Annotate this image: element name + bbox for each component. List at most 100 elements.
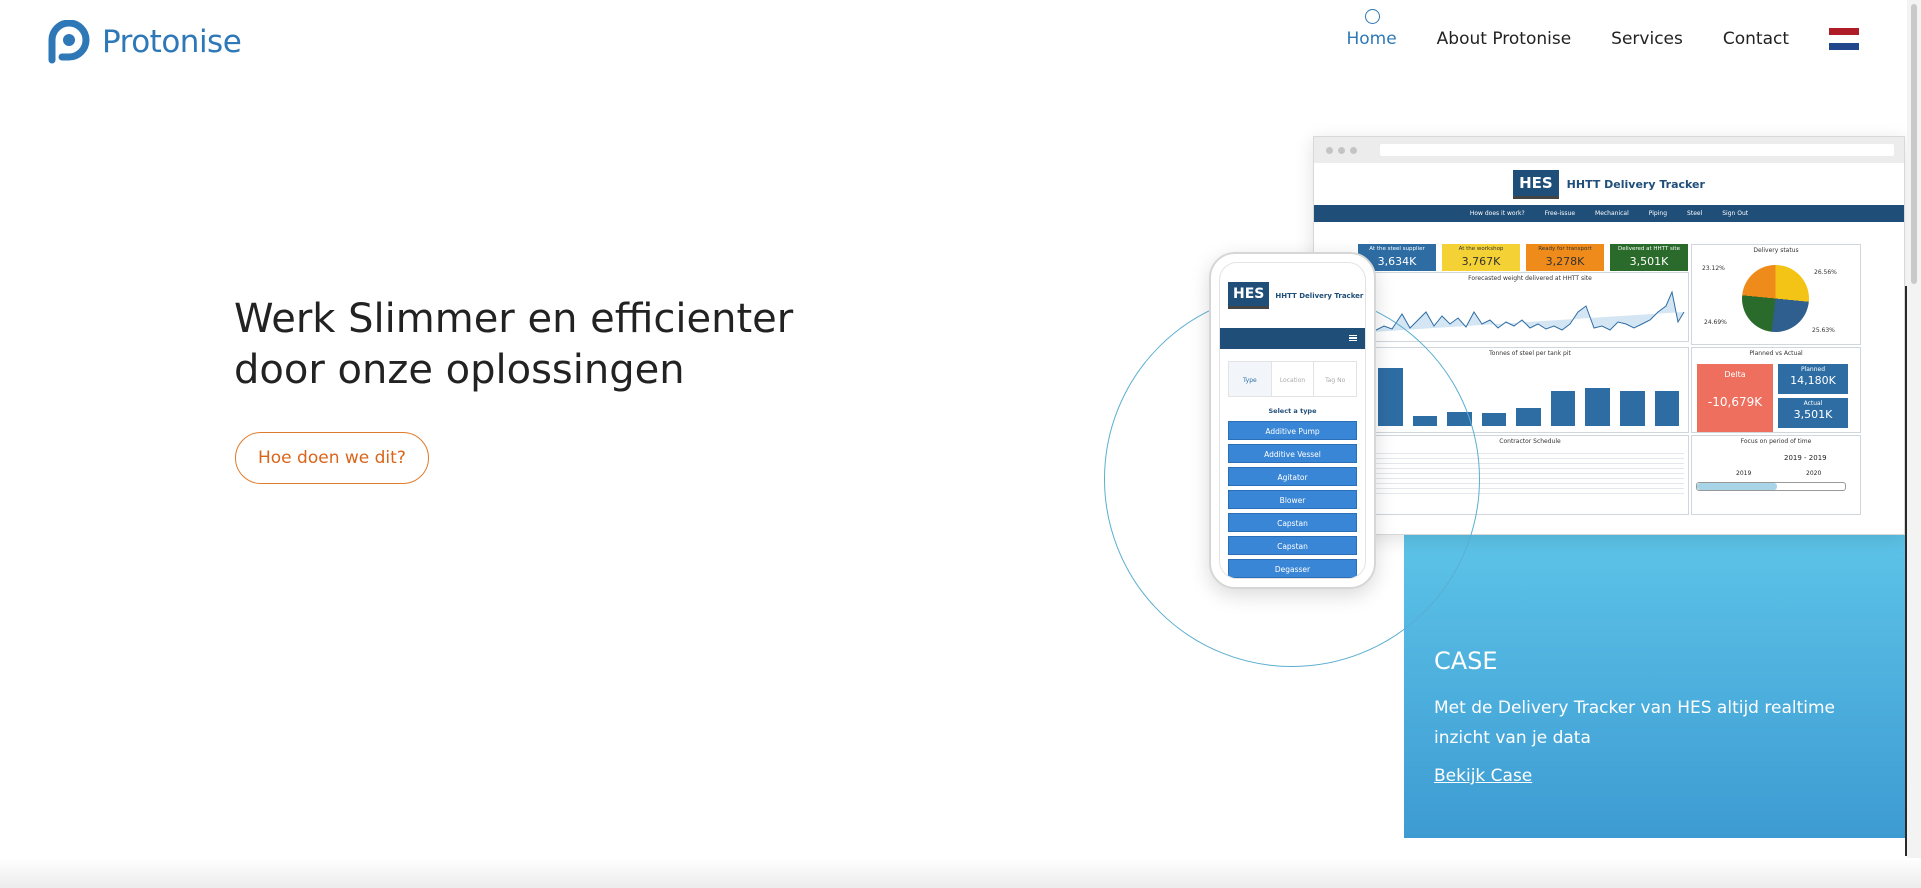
- brand-name: Protonise: [102, 24, 242, 60]
- delta-tile: Delta -10,679K: [1697, 364, 1773, 432]
- kpi-label: Ready for transport: [1538, 246, 1592, 252]
- actual-tile: Actual 3,501K: [1778, 398, 1848, 428]
- kpi-label: Delivered at HHTT site: [1618, 246, 1680, 252]
- phone-header: HES HHTT Delivery Tracker: [1220, 263, 1365, 328]
- dashboard-nav-item: Mechanical: [1595, 210, 1629, 217]
- window-dot-icon: [1350, 146, 1357, 154]
- nav-about[interactable]: About Protonise: [1437, 29, 1572, 49]
- dashboard-nav-item: Free-issue: [1544, 210, 1576, 217]
- phone-tab-tag: Tag No: [1325, 377, 1346, 384]
- phone-tabs: Type Location Tag No: [1228, 361, 1357, 397]
- planned-vs-actual-panel: Planned vs Actual Delta -10,679K Planned 1…: [1691, 347, 1861, 433]
- kpi-tile: At the workshop 3,767K: [1442, 244, 1520, 271]
- tonnes-bar: [1516, 408, 1541, 426]
- focus-period-panel: Focus on period of time 2019 - 2019 2019…: [1691, 435, 1861, 515]
- period-slider[interactable]: [1696, 482, 1846, 491]
- focus-title: Focus on period of time: [1740, 438, 1812, 445]
- focus-range: 2019 - 2019: [1784, 454, 1827, 462]
- planned-tile: Planned 14,180K: [1778, 364, 1848, 394]
- window-dot-icon: [1338, 146, 1345, 154]
- pie-label: 26.56%: [1814, 269, 1837, 276]
- delivery-status-panel: Delivery status 23.12% 26.56% 24.69% 25.…: [1691, 244, 1861, 345]
- phone-screen: HES HHTT Delivery Tracker Type Location …: [1219, 262, 1366, 579]
- nav-home[interactable]: Home: [1346, 9, 1397, 49]
- page: Protonise Home About Protonise Services …: [0, 0, 1921, 888]
- browser-address-bar: [1380, 144, 1894, 156]
- delivery-status-pie: [1742, 265, 1809, 332]
- protonise-logo-icon: [48, 20, 90, 64]
- case-title: CASE: [1434, 647, 1498, 675]
- type-button: Capstan: [1228, 536, 1357, 555]
- type-button: Degasser: [1228, 559, 1357, 578]
- case-card: CASE Met de Delivery Tracker van HES alt…: [1404, 535, 1905, 838]
- focus-year-start: 2019: [1736, 470, 1752, 477]
- scrollbar-thumb[interactable]: [1911, 4, 1917, 284]
- brand-logo[interactable]: Protonise: [48, 20, 242, 64]
- focus-year-end: 2020: [1806, 470, 1822, 477]
- section-divider: [0, 858, 1921, 888]
- phone-tab-location: Location: [1272, 362, 1315, 396]
- kpi-tile: Ready for transport 3,278K: [1526, 244, 1604, 271]
- kpi-label: At the workshop: [1458, 246, 1504, 252]
- view-case-link[interactable]: Bekijk Case: [1434, 766, 1532, 786]
- hamburger-menu-icon: [1349, 335, 1357, 341]
- hero-cta-button[interactable]: Hoe doen we dit?: [235, 432, 429, 484]
- forecast-line-chart: [1371, 290, 1685, 333]
- window-dot-icon: [1326, 146, 1333, 154]
- kpi-value: 3,767K: [1461, 255, 1501, 268]
- actual-label: Actual: [1803, 400, 1823, 407]
- actual-value: 3,501K: [1793, 408, 1833, 421]
- type-button: Additive Vessel: [1228, 444, 1357, 463]
- dashboard-nav-item: How does it work?: [1469, 210, 1525, 217]
- pie-label: 23.12%: [1702, 265, 1725, 272]
- hero-title-line2: door onze oplossingen: [234, 347, 685, 393]
- nav-home-label: Home: [1346, 29, 1397, 49]
- type-button: Additive Pump: [1228, 421, 1357, 440]
- forecast-title: Forecasted weight delivered at HHTT site: [1468, 275, 1592, 282]
- tonnes-bar: [1654, 390, 1680, 426]
- kpi-tile: Delivered at HHTT site 3,501K: [1610, 244, 1688, 271]
- mobile-phone-mockup: HES HHTT Delivery Tracker Type Location …: [1209, 252, 1376, 589]
- delta-value: -10,679K: [1707, 395, 1763, 409]
- dashboard-nav-item: Steel: [1687, 210, 1703, 217]
- planned-value: 14,180K: [1790, 374, 1836, 387]
- hes-logo: HES: [1228, 282, 1270, 309]
- kpi-row: At the steel supplier 3,634K At the works…: [1358, 244, 1688, 271]
- nav-contact[interactable]: Contact: [1723, 29, 1789, 49]
- case-description: Met de Delivery Tracker van HES altijd r…: [1434, 698, 1835, 748]
- phone-nav-bar: [1220, 328, 1365, 349]
- nav-services[interactable]: Services: [1611, 29, 1683, 49]
- type-button: Blower: [1228, 490, 1357, 509]
- type-button: Capstan: [1228, 513, 1357, 532]
- tonnes-bar: [1481, 413, 1507, 426]
- kpi-value: 3,501K: [1629, 255, 1669, 268]
- hes-logo: HES: [1513, 169, 1559, 199]
- dashboard-title: HHTT Delivery Tracker: [1566, 177, 1705, 191]
- kpi-label: At the steel supplier: [1369, 246, 1425, 252]
- page-scrollbar[interactable]: [1907, 0, 1921, 888]
- select-type-label: Select a type: [1268, 407, 1317, 415]
- dashboard-nav: How does it work? Free-issue Mechanical …: [1314, 205, 1904, 222]
- period-slider-range: [1697, 483, 1777, 490]
- active-indicator-icon: [1364, 9, 1380, 24]
- phone-tab-type: Type: [1229, 362, 1272, 396]
- main-nav: Home About Protonise Services Contact: [1346, 9, 1859, 50]
- delivery-status-title: Delivery status: [1753, 247, 1799, 254]
- planned-label: Planned: [1800, 366, 1826, 373]
- pie-label: 25.63%: [1812, 327, 1835, 334]
- hero-title: Werk Slimmer en efficienter door onze op…: [234, 294, 854, 396]
- planned-vs-actual-title: Planned vs Actual: [1749, 350, 1803, 357]
- delta-label: Delta: [1724, 370, 1746, 379]
- dashboard-nav-item: Sign Out: [1722, 210, 1749, 217]
- tonnes-bar: [1619, 390, 1645, 426]
- tonnes-bar: [1585, 387, 1610, 426]
- kpi-value: 3,278K: [1545, 255, 1585, 268]
- dashboard-header: HES HHTT Delivery Tracker: [1314, 163, 1904, 205]
- phone-title: HHTT Delivery Tracker: [1275, 291, 1364, 300]
- hero-title-line1: Werk Slimmer en efficienter: [234, 296, 794, 342]
- browser-toolbar: [1314, 137, 1904, 163]
- tonnes-bar: [1550, 390, 1576, 426]
- forecast-panel: Forecasted weight delivered at HHTT site: [1371, 272, 1689, 342]
- netherlands-flag-icon[interactable]: [1829, 28, 1859, 50]
- type-button: Agitator: [1228, 467, 1357, 486]
